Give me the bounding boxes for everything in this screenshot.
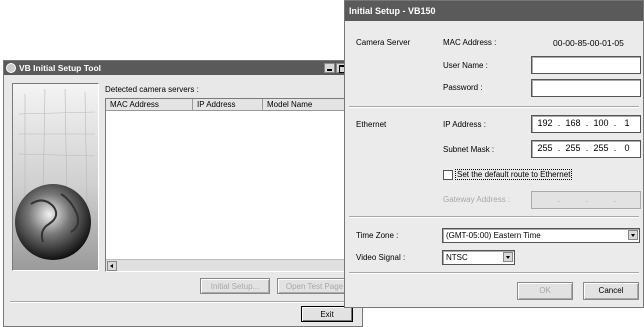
chevron-down-icon[interactable] — [628, 230, 638, 240]
scroll-left-icon[interactable] — [107, 261, 117, 271]
time-zone-select[interactable]: (GMT-05:00) Eastern Time — [442, 228, 640, 243]
dialog-title: Initial Setup - VB150 — [349, 6, 436, 16]
list-header: MAC Address IP Address Model Name — [106, 99, 359, 111]
mask-octet-2[interactable]: 255 — [562, 143, 584, 153]
ethernet-section-label: Ethernet — [356, 120, 387, 129]
column-mac-address[interactable]: MAC Address — [106, 99, 193, 111]
setup-tool-title: VB Initial Setup Tool — [19, 63, 102, 73]
app-logo-icon — [6, 63, 16, 73]
setup-tool-window: VB Initial Setup Tool Detected camera se… — [3, 60, 363, 327]
gateway-address-field[interactable]: . . . — [531, 191, 641, 209]
ip-octet-2[interactable]: 168 — [562, 118, 584, 128]
gateway-address-label: Gateway Address : — [443, 195, 511, 204]
section-divider-3 — [349, 272, 639, 274]
mask-octet-3[interactable]: 255 — [590, 143, 612, 153]
section-divider-1 — [349, 106, 639, 108]
mask-octet-4[interactable]: 0 — [616, 143, 638, 153]
ip-octet-1[interactable]: 192 — [534, 118, 556, 128]
default-route-checkbox[interactable] — [443, 170, 453, 180]
video-signal-select[interactable]: NTSC — [442, 250, 515, 265]
time-zone-label: Time Zone : — [356, 231, 399, 240]
initial-setup-dialog: Initial Setup - VB150 Camera Server MAC … — [344, 0, 644, 308]
globe-image — [12, 83, 99, 271]
minimize-icon[interactable] — [324, 63, 335, 73]
ip-address-label: IP Address : — [443, 120, 486, 129]
exit-button[interactable]: Exit — [301, 306, 353, 322]
mac-address-value: 00-00-85-00-01-05 — [553, 38, 624, 48]
user-name-label: User Name : — [443, 61, 488, 70]
section-divider-2 — [349, 216, 639, 218]
default-route-label[interactable]: Set the default route to Ethernet — [454, 169, 573, 180]
mask-octet-1[interactable]: 255 — [534, 143, 556, 153]
ok-button[interactable]: OK — [517, 282, 573, 300]
time-zone-value: (GMT-05:00) Eastern Time — [446, 231, 541, 240]
horizontal-scrollbar[interactable] — [106, 259, 359, 271]
subnet-mask-field[interactable]: 255 . 255 . 255 . 0 — [531, 140, 641, 158]
ip-address-field[interactable]: 192 . 168 . 100 . 1 — [531, 115, 641, 133]
camera-server-list[interactable]: MAC Address IP Address Model Name — [105, 98, 360, 272]
video-signal-label: Video Signal : — [356, 253, 406, 262]
password-label: Password : — [443, 83, 483, 92]
mac-address-label: MAC Address : — [443, 38, 497, 47]
cancel-button[interactable]: Cancel — [583, 282, 639, 300]
video-signal-value: NTSC — [446, 253, 468, 262]
user-name-field[interactable] — [531, 56, 641, 74]
setup-tool-titlebar: VB Initial Setup Tool — [4, 61, 362, 75]
ip-octet-4[interactable]: 1 — [616, 118, 638, 128]
subnet-mask-label: Subnet Mask : — [443, 145, 495, 154]
detected-servers-label: Detected camera servers : — [105, 85, 199, 94]
gateway-dot: . — [557, 194, 561, 204]
camera-server-section-label: Camera Server — [356, 38, 411, 47]
initial-setup-button[interactable]: Initial Setup... — [200, 278, 270, 294]
gateway-dot: . — [585, 194, 589, 204]
gateway-dot: . — [613, 194, 617, 204]
chevron-down-icon[interactable] — [503, 252, 513, 262]
ip-octet-3[interactable]: 100 — [590, 118, 612, 128]
password-field[interactable] — [531, 79, 641, 97]
open-test-page-button[interactable]: Open Test Page — [277, 278, 352, 294]
column-ip-address[interactable]: IP Address — [193, 99, 263, 111]
button-divider — [10, 301, 356, 303]
dialog-titlebar: Initial Setup - VB150 — [345, 1, 643, 21]
